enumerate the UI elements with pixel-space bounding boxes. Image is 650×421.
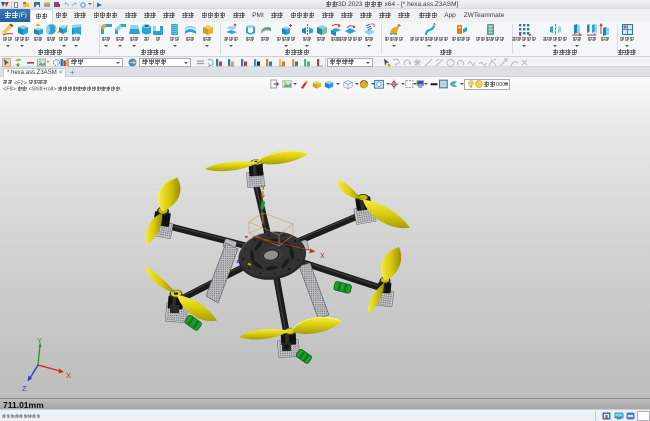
svg-text:Y: Y <box>261 185 266 192</box>
svg-text:Z: Z <box>22 384 27 393</box>
svg-text:X: X <box>320 253 325 260</box>
svg-text:X: X <box>66 371 71 380</box>
svg-text:Y: Y <box>37 336 42 345</box>
